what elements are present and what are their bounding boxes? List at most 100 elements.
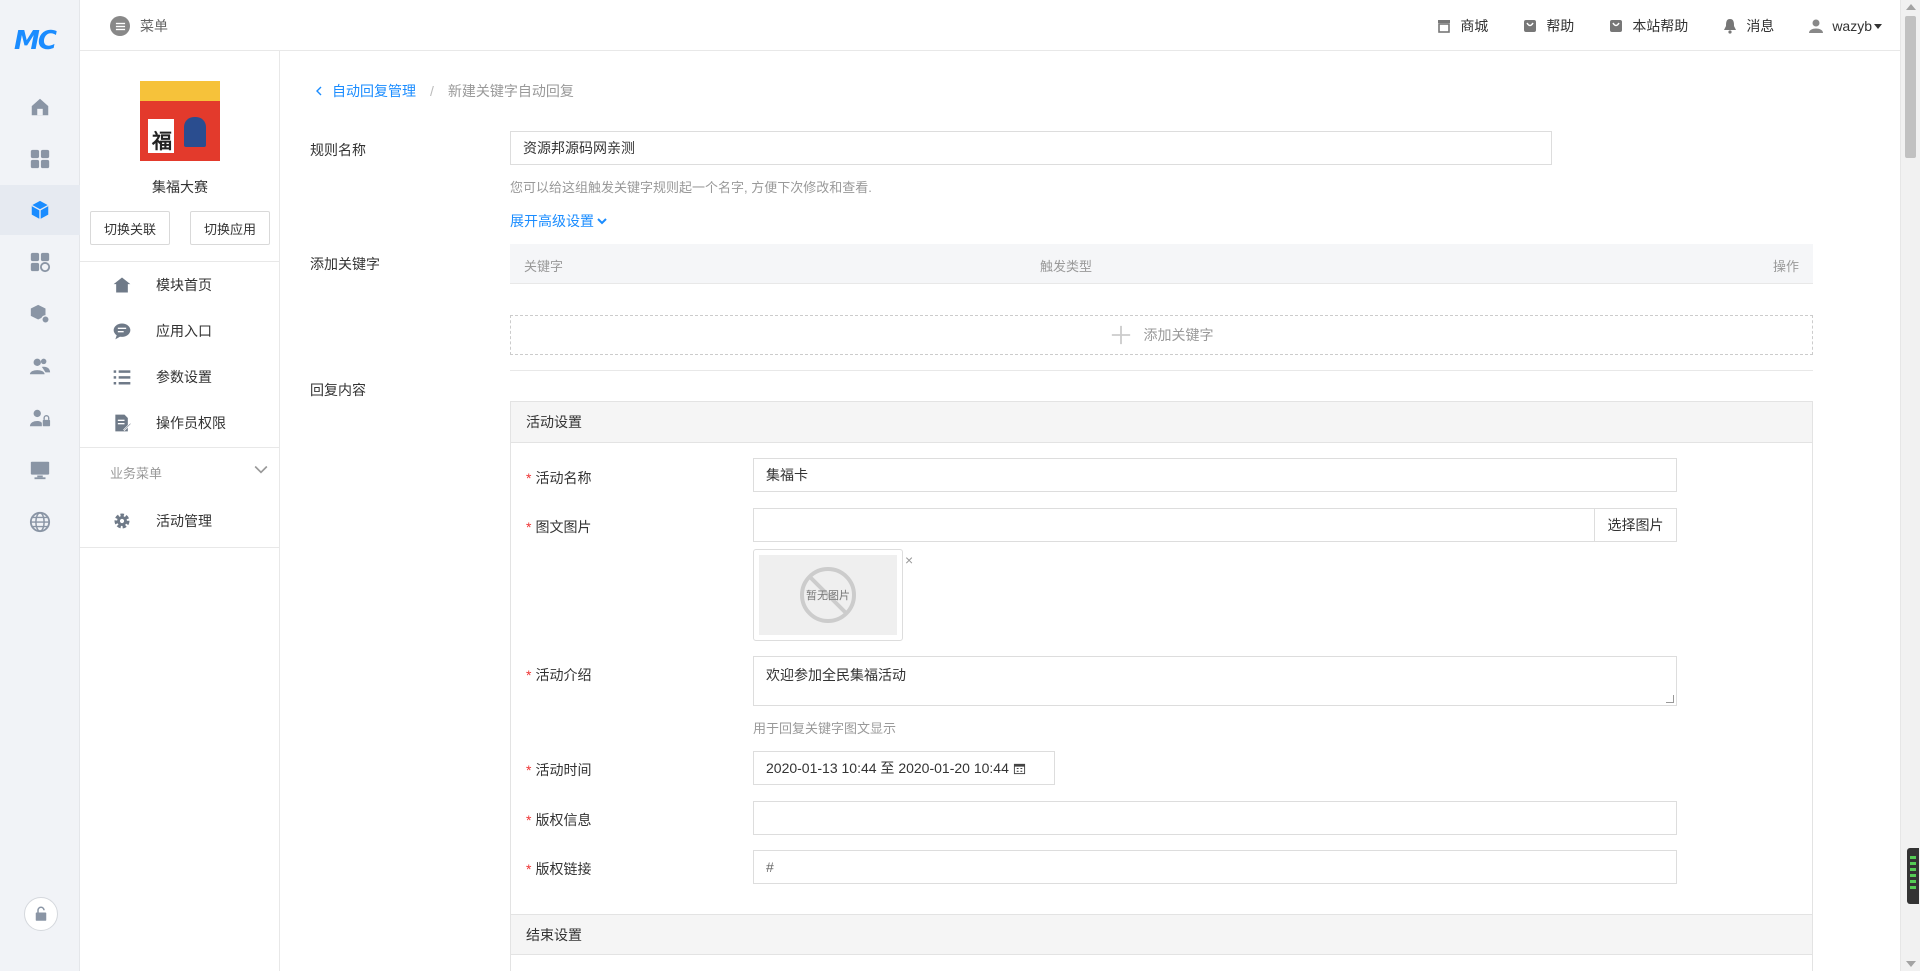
chevron-down-icon xyxy=(597,218,607,225)
caret-down-icon xyxy=(1874,23,1882,29)
user-menu[interactable]: wazyb xyxy=(1808,18,1882,34)
intro-textarea[interactable]: 欢迎参加全民集福活动 xyxy=(753,656,1677,706)
site-help-icon xyxy=(1610,19,1623,32)
store-label: 商城 xyxy=(1460,17,1489,34)
resize-grip-icon[interactable] xyxy=(1666,695,1674,703)
help-bag-icon xyxy=(1524,19,1537,32)
sidebar-item-label: 活动管理 xyxy=(156,513,212,529)
image-preview: 暂无图片 × xyxy=(753,549,913,641)
remove-image-icon[interactable]: × xyxy=(905,552,913,568)
keywords-label: 添加关键字 xyxy=(310,256,380,272)
store-link[interactable]: 商城 xyxy=(1436,16,1488,36)
chevron-left-icon[interactable] xyxy=(314,86,324,96)
breadcrumb-separator: / xyxy=(430,83,434,99)
user-icon xyxy=(1809,19,1824,33)
activity-name-label: * 活动名称 xyxy=(526,470,592,486)
sidebar-item-label: 参数设置 xyxy=(156,369,212,385)
sidebar-item-operator-perms[interactable]: 操作员权限 xyxy=(80,400,280,446)
intro-text: 欢迎参加全民集福活动 xyxy=(766,667,906,683)
chat-icon xyxy=(110,321,134,341)
module-sidebar: 福 集福大赛 切换关联 切换应用 模块首页 应用入口 参数设置 操作员权限 业务… xyxy=(80,51,280,971)
menu-list-icon xyxy=(110,16,130,36)
business-menu-header[interactable]: 业务菜单 xyxy=(110,463,162,482)
doc-edit-icon xyxy=(110,413,134,433)
sidebar-item-activity-mgmt[interactable]: 活动管理 xyxy=(80,498,280,544)
rule-name-help: 您可以给这组触发关键字规则起一个名字, 方便下次修改和查看. xyxy=(510,180,872,195)
globe-icon[interactable] xyxy=(0,497,80,547)
store-icon xyxy=(1438,19,1451,33)
col-keyword: 关键字 xyxy=(524,259,564,274)
copyright-label: * 版权信息 xyxy=(526,812,592,828)
time-range-value: 2020-01-13 10:44 至 2020-01-20 10:44 xyxy=(766,760,1009,776)
breadcrumb-parent-link[interactable]: 自动回复管理 xyxy=(332,81,416,101)
sidebar-item-app-entry[interactable]: 应用入口 xyxy=(80,308,280,354)
menu-toggle[interactable]: 菜单 xyxy=(110,16,168,36)
calendar-icon xyxy=(1013,763,1025,774)
page-scrollbar[interactable] xyxy=(1900,0,1920,971)
image-path-input[interactable] xyxy=(753,508,1595,542)
sidebar-item-module-home[interactable]: 模块首页 xyxy=(80,262,280,308)
bell-icon xyxy=(1724,18,1737,34)
advanced-settings-toggle[interactable]: 展开高级设置 xyxy=(510,211,608,231)
activity-settings-title: 活动设置 xyxy=(511,402,1812,443)
help-link[interactable]: 帮助 xyxy=(1522,16,1574,36)
top-bar: 菜单 商城 帮助 本站帮助 消息 wazyb xyxy=(80,0,1900,51)
cube-icon[interactable] xyxy=(0,185,80,235)
scroll-down-icon[interactable] xyxy=(1906,961,1916,967)
rule-name-label: 规则名称 xyxy=(310,142,366,158)
time-range-input[interactable]: 2020-01-13 10:44 至 2020-01-20 10:44 xyxy=(753,751,1055,785)
menu-label: 菜单 xyxy=(140,18,168,34)
floating-widget[interactable] xyxy=(1907,848,1919,904)
keywords-table-header: 关键字 触发类型 操作 xyxy=(510,244,1813,284)
module-avatar: 福 xyxy=(140,81,220,161)
main-content: 自动回复管理 / 新建关键字自动回复 规则名称 资源邦源码网亲测 您可以给这组触… xyxy=(280,51,1900,971)
module-settings-icon[interactable] xyxy=(0,237,80,287)
add-keyword-button[interactable]: 添加关键字 xyxy=(510,315,1813,355)
copyright-input[interactable] xyxy=(753,801,1677,835)
apps-grid-icon[interactable] xyxy=(0,134,80,184)
add-keyword-label: 添加关键字 xyxy=(1143,327,1214,343)
sidebar-item-params[interactable]: 参数设置 xyxy=(80,354,280,400)
users-icon[interactable] xyxy=(0,341,80,391)
user-lock-icon[interactable] xyxy=(0,393,80,443)
sidebar-item-label: 应用入口 xyxy=(156,323,212,339)
rule-name-input[interactable]: 资源邦源码网亲测 xyxy=(510,131,1552,165)
switch-link-button[interactable]: 切换关联 xyxy=(90,211,170,245)
switch-app-button[interactable]: 切换应用 xyxy=(190,211,270,245)
advanced-settings-label: 展开高级设置 xyxy=(510,213,594,229)
home-icon[interactable] xyxy=(0,82,80,132)
monitor-icon[interactable] xyxy=(0,445,80,495)
no-image-icon: 暂无图片 xyxy=(800,567,856,623)
image-label: * 图文图片 xyxy=(526,519,592,535)
lock-icon[interactable] xyxy=(24,897,58,931)
username: wazyb xyxy=(1832,17,1872,34)
package-gear-icon[interactable] xyxy=(0,289,80,339)
time-label: * 活动时间 xyxy=(526,762,592,778)
activity-name-input[interactable]: 集福卡 xyxy=(753,458,1677,492)
intro-label: * 活动介绍 xyxy=(526,667,592,683)
select-image-button[interactable]: 选择图片 xyxy=(1594,508,1677,542)
sidebar-item-label: 操作员权限 xyxy=(156,415,226,431)
sidebar-item-label: 模块首页 xyxy=(156,277,212,293)
messages-link[interactable]: 消息 xyxy=(1722,16,1774,36)
module-name: 集福大赛 xyxy=(152,179,208,195)
scroll-up-icon[interactable] xyxy=(1906,4,1916,10)
site-help-label: 本站帮助 xyxy=(1632,17,1689,34)
help-label: 帮助 xyxy=(1546,17,1575,34)
copyright-link-label: * 版权链接 xyxy=(526,861,592,877)
plus-icon xyxy=(1111,325,1130,345)
intro-help: 用于回复关键字图文显示 xyxy=(753,721,897,736)
col-action: 操作 xyxy=(1772,259,1799,274)
list-icon xyxy=(110,367,134,387)
end-settings-title: 结束设置 xyxy=(511,914,1812,955)
breadcrumb-current: 新建关键字自动回复 xyxy=(447,83,574,99)
col-trigger-type: 触发类型 xyxy=(1040,259,1093,274)
chevron-down-icon[interactable] xyxy=(254,463,268,477)
site-help-link[interactable]: 本站帮助 xyxy=(1608,16,1688,36)
gear-icon xyxy=(110,511,134,531)
scroll-thumb[interactable] xyxy=(1905,16,1916,158)
logo[interactable]: MC xyxy=(14,26,64,56)
copyright-link-input[interactable]: # xyxy=(753,850,1677,884)
breadcrumb: 自动回复管理 / 新建关键字自动回复 xyxy=(314,81,574,101)
reply-content-label: 回复内容 xyxy=(310,382,366,398)
